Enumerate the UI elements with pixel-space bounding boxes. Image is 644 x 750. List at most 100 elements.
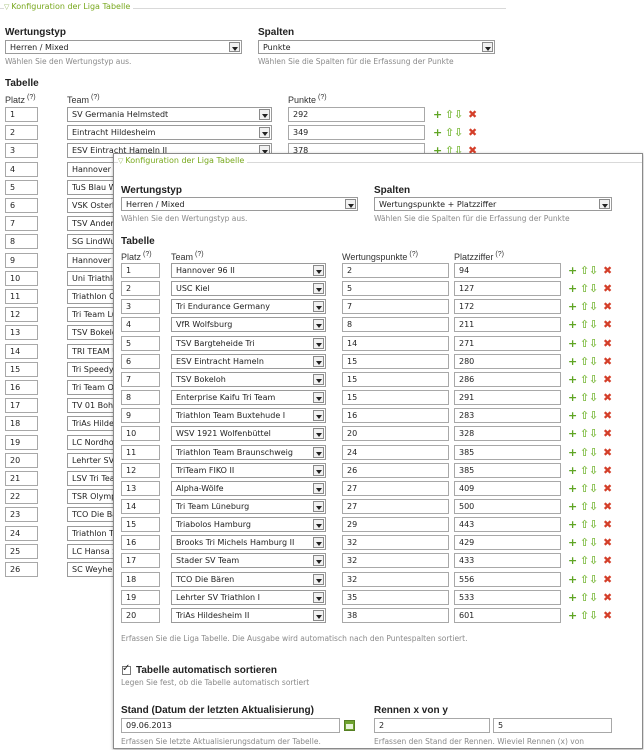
chevron-down-icon[interactable] [313,573,324,585]
delete-icon[interactable]: ✖ [603,591,612,604]
wertungspunkte-input[interactable]: 14 [342,335,449,351]
delete-icon[interactable]: ✖ [603,446,612,459]
plus-icon[interactable]: + [568,428,577,440]
fieldset-legend[interactable]: ▽ Konfiguration der Liga Tabelle [4,2,134,11]
rennen-x-input[interactable]: 2 [374,718,490,733]
platz-input[interactable]: 4 [5,161,38,177]
platz-input[interactable]: 5 [121,335,160,351]
platz-input[interactable]: 12 [121,462,160,478]
arrow-up-icon[interactable]: ⇧ [580,355,589,368]
wertungspunkte-input[interactable]: 35 [342,589,449,605]
arrow-up-icon[interactable]: ⇧ [580,428,589,440]
arrow-down-icon[interactable]: ⇩ [454,109,463,121]
help-icon[interactable]: (?) [143,251,152,258]
arrow-down-icon[interactable]: ⇩ [589,319,598,331]
platz-input[interactable]: 11 [5,289,38,304]
team-select[interactable]: Lehrter SV Triathlon I [171,589,326,605]
wertungstyp-select[interactable]: Herren / Mixed [5,40,242,54]
arrow-up-icon[interactable]: ⇧ [580,410,589,422]
chevron-down-icon[interactable] [313,410,324,422]
platzziffer-input[interactable]: 280 [454,353,561,369]
team-select[interactable]: SV Germania Helmstedt [67,107,272,122]
plus-icon[interactable]: + [568,283,577,295]
team-select[interactable]: Tri Endurance Germany [171,299,326,315]
plus-icon[interactable]: + [568,609,577,622]
platz-input[interactable]: 11 [121,444,160,460]
platzziffer-input[interactable]: 433 [454,553,561,569]
platzziffer-input[interactable]: 385 [454,462,561,478]
arrow-up-icon[interactable]: ⇧ [580,537,589,549]
platz-input[interactable]: 14 [121,498,160,514]
platz-input[interactable]: 9 [5,252,38,268]
wertungspunkte-input[interactable]: 27 [342,480,449,496]
arrow-down-icon[interactable]: ⇩ [589,537,598,549]
plus-icon[interactable]: + [568,537,577,549]
wertungspunkte-input[interactable]: 8 [342,317,449,333]
arrow-down-icon[interactable]: ⇩ [589,482,598,495]
platz-input[interactable]: 15 [121,517,160,533]
platz-input[interactable]: 18 [5,416,38,432]
delete-icon[interactable]: ✖ [603,355,612,368]
platz-input[interactable]: 16 [5,380,38,395]
delete-icon[interactable]: ✖ [603,392,612,404]
arrow-up-icon[interactable]: ⇧ [580,446,589,459]
chevron-down-icon[interactable] [313,355,324,367]
platz-input[interactable]: 2 [121,281,160,297]
team-select[interactable]: Triathlon Team Buxtehude I [171,408,326,424]
collapse-triangle-icon[interactable]: ▽ [118,157,123,165]
chevron-down-icon[interactable] [259,109,270,120]
delete-icon[interactable]: ✖ [603,519,612,531]
platzziffer-input[interactable]: 533 [454,589,561,605]
chevron-down-icon[interactable] [313,319,324,331]
arrow-up-icon[interactable]: ⇧ [445,127,454,139]
delete-icon[interactable]: ✖ [603,609,612,622]
chevron-down-icon[interactable] [313,591,324,603]
arrow-up-icon[interactable]: ⇧ [580,573,589,586]
plus-icon[interactable]: + [568,410,577,422]
platz-input[interactable]: 22 [5,489,38,505]
arrow-up-icon[interactable]: ⇧ [580,301,589,313]
platz-input[interactable]: 8 [121,390,160,406]
plus-icon[interactable]: + [568,519,577,531]
arrow-down-icon[interactable]: ⇩ [589,410,598,422]
arrow-up-icon[interactable]: ⇧ [580,591,589,604]
platz-input[interactable]: 3 [5,143,38,159]
platz-input[interactable]: 24 [5,525,38,541]
wertungspunkte-input[interactable]: 32 [342,571,449,587]
chevron-down-icon[interactable] [313,537,324,549]
plus-icon[interactable]: + [433,109,442,121]
arrow-up-icon[interactable]: ⇧ [580,500,589,513]
platz-input[interactable]: 2 [5,125,38,141]
plus-icon[interactable]: + [568,482,577,495]
wertungspunkte-input[interactable]: 16 [342,408,449,424]
arrow-down-icon[interactable]: ⇩ [589,446,598,459]
arrow-down-icon[interactable]: ⇩ [454,127,463,139]
wertungspunkte-input[interactable]: 26 [342,462,449,478]
plus-icon[interactable]: + [568,301,577,313]
delete-icon[interactable]: ✖ [603,500,612,513]
platz-input[interactable]: 1 [121,263,160,278]
platz-input[interactable]: 19 [5,434,38,450]
help-icon[interactable]: (?) [409,251,418,258]
plus-icon[interactable]: + [568,591,577,604]
arrow-down-icon[interactable]: ⇩ [589,428,598,440]
rennen-y-input[interactable]: 5 [493,718,612,733]
team-select[interactable]: Triabolos Hamburg [171,517,326,533]
delete-icon[interactable]: ✖ [603,301,612,313]
delete-icon[interactable]: ✖ [603,464,612,477]
platz-input[interactable]: 10 [5,270,38,286]
chevron-down-icon[interactable] [313,446,324,458]
platz-input[interactable]: 13 [121,480,160,496]
chevron-down-icon[interactable] [313,609,324,621]
plus-icon[interactable]: + [568,555,577,567]
arrow-up-icon[interactable]: ⇧ [580,609,589,622]
arrow-up-icon[interactable]: ⇧ [580,555,589,567]
arrow-down-icon[interactable]: ⇩ [589,609,598,622]
fieldset-legend[interactable]: ▽ Konfiguration der Liga Tabelle [118,156,248,165]
chevron-down-icon[interactable] [259,127,270,139]
help-icon[interactable]: (?) [195,251,204,258]
arrow-up-icon[interactable]: ⇧ [580,283,589,295]
platz-input[interactable]: 4 [121,317,160,333]
arrow-down-icon[interactable]: ⇩ [589,301,598,313]
delete-icon[interactable]: ✖ [603,428,612,440]
